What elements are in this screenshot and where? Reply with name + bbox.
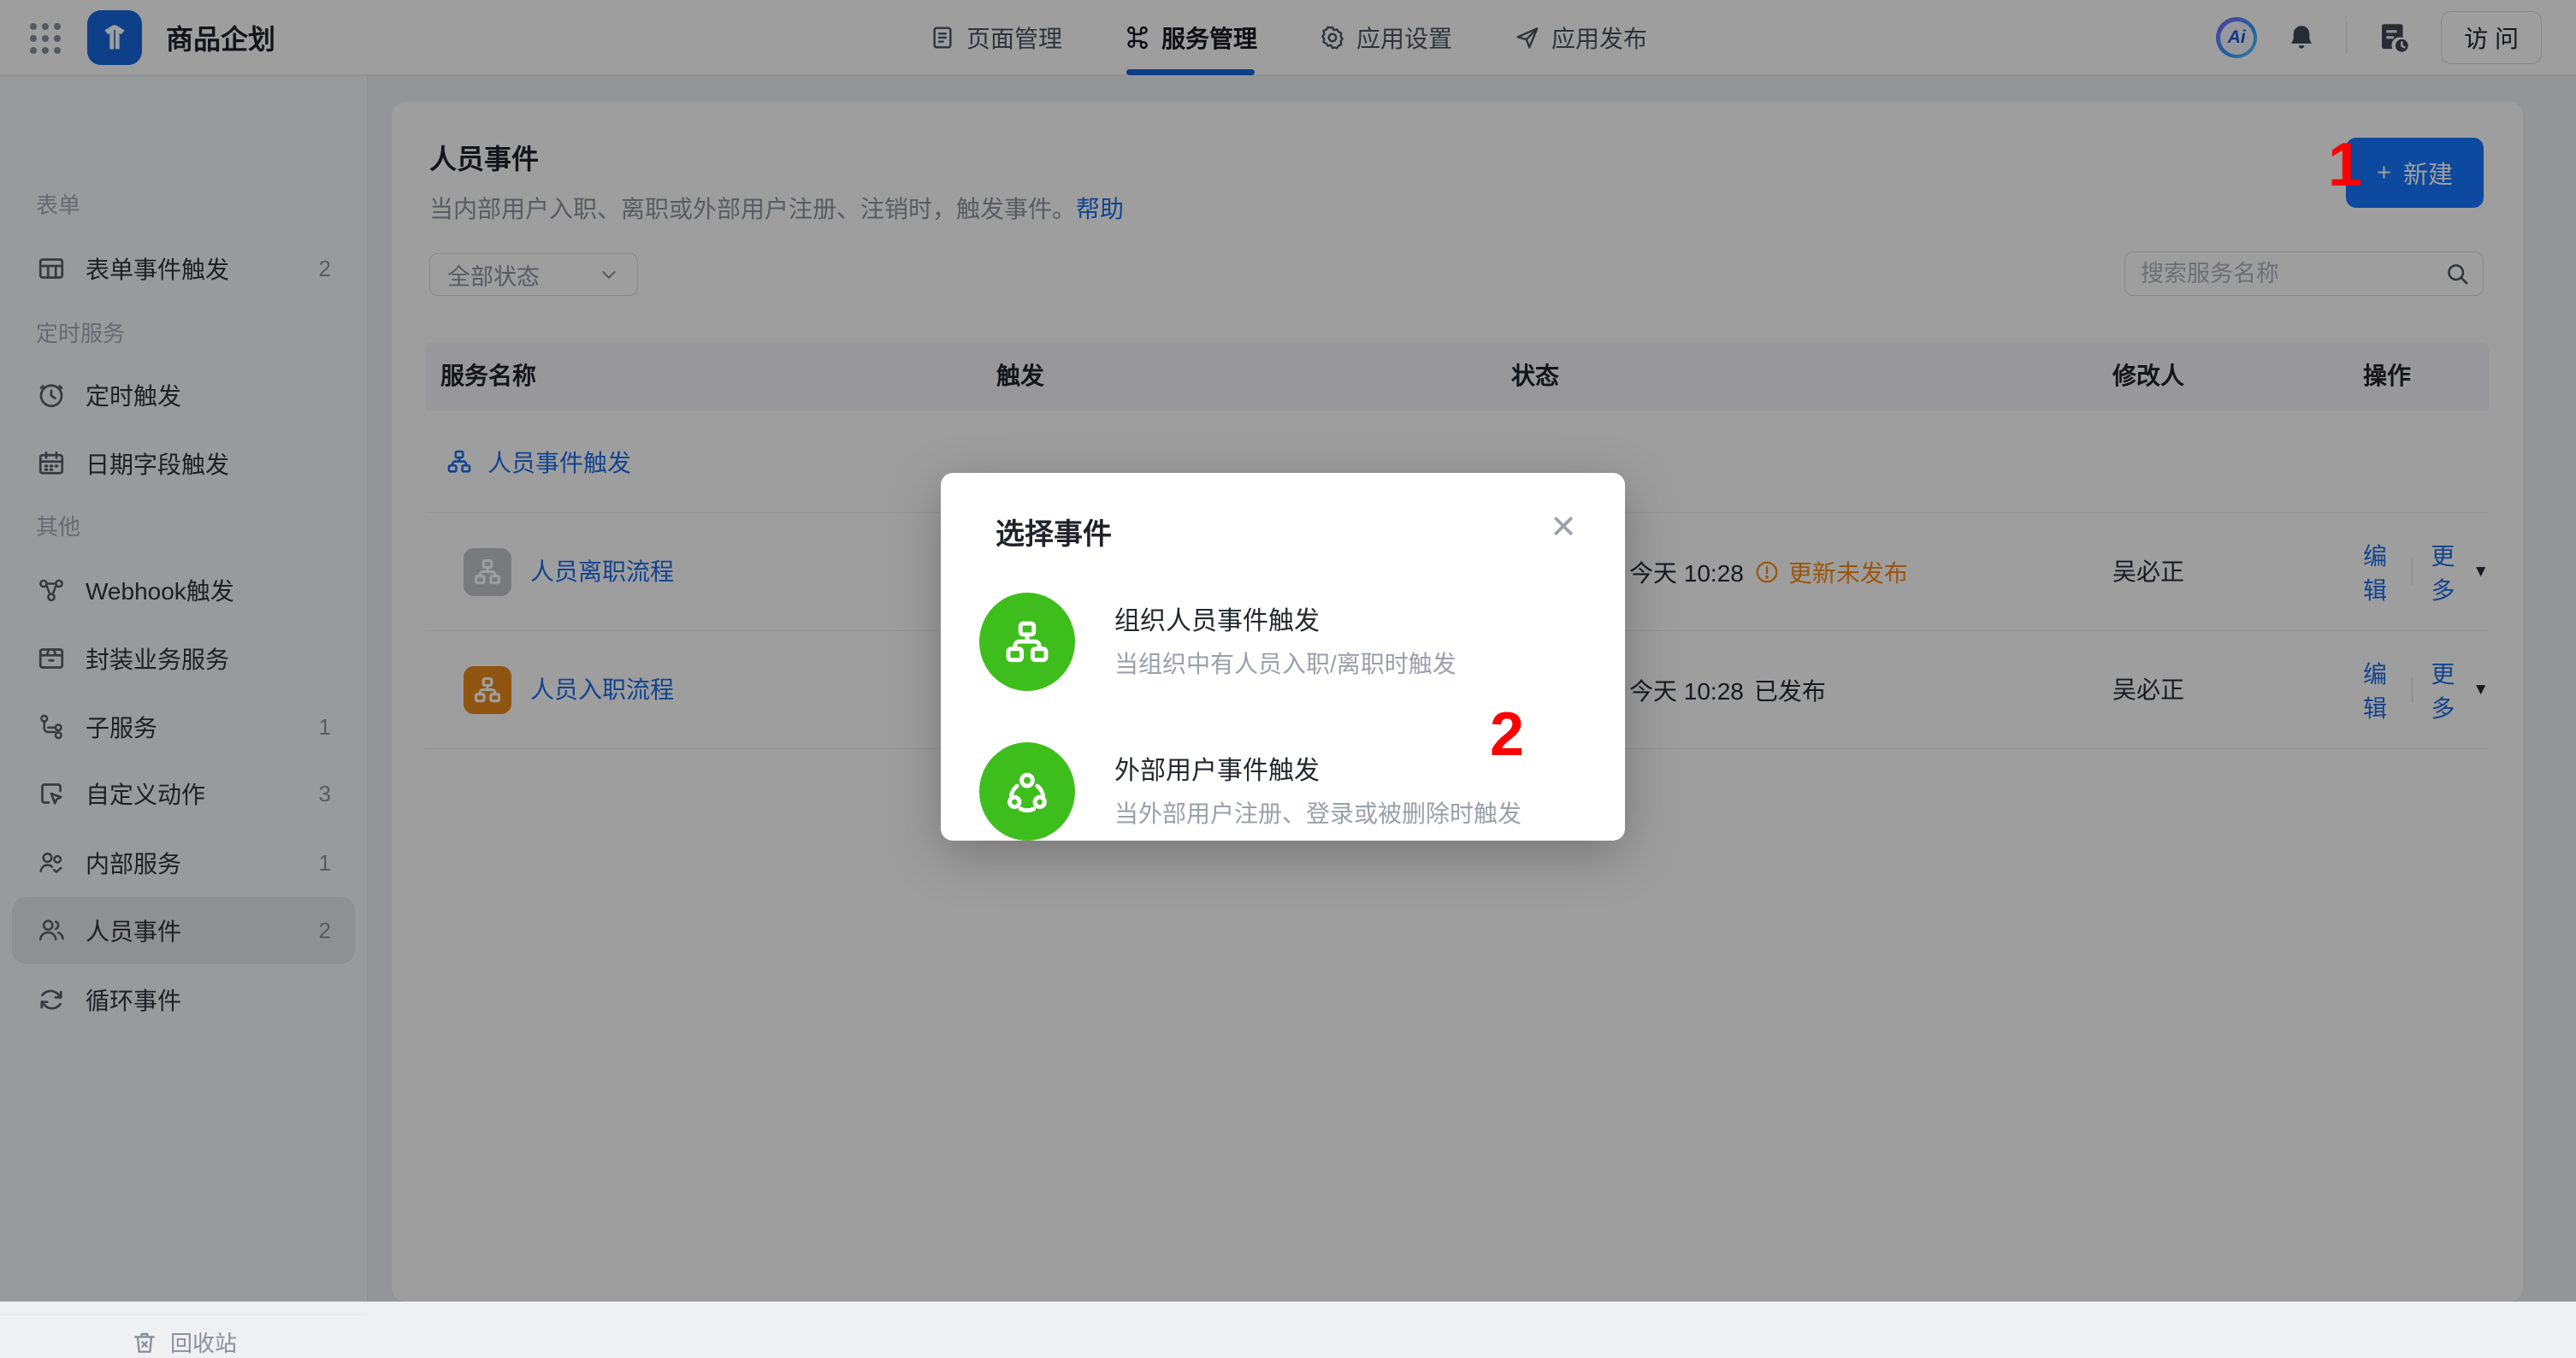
annotation-step-1: 1 <box>2328 130 2362 200</box>
select-event-modal: 选择事件 ✕ 组织人员事件触发 当组织中有人员入职/离职时触发 外部用户事件触发… <box>941 473 1625 841</box>
org-chart-icon <box>1001 616 1054 669</box>
close-icon[interactable]: ✕ <box>1546 511 1580 545</box>
modal-title: 选择事件 <box>996 511 1112 552</box>
trash-icon <box>131 1329 158 1356</box>
user-group-circle-icon <box>1001 765 1054 818</box>
option-org-personnel-event[interactable]: 组织人员事件触发 当组织中有人员入职/离职时触发 <box>979 593 1586 704</box>
external-user-event-icon <box>979 742 1075 841</box>
recycle-bin-label: 回收站 <box>170 1326 237 1358</box>
app-window: 商品企划 页面管理 服务管理 应用设置 应用发布 Ai <box>0 0 2576 1302</box>
option-title: 组织人员事件触发 <box>1114 599 1320 637</box>
option-description: 当组织中有人员入职/离职时触发 <box>1114 646 1456 680</box>
recycle-bin-button[interactable]: 回收站 <box>0 1326 368 1358</box>
option-title: 外部用户事件触发 <box>1114 749 1320 787</box>
sidebar-footer-divider <box>0 1314 368 1315</box>
option-description: 当外部用户注册、登录或被删除时触发 <box>1114 795 1521 830</box>
annotation-step-2: 2 <box>1490 700 1524 770</box>
org-event-icon <box>979 593 1075 691</box>
